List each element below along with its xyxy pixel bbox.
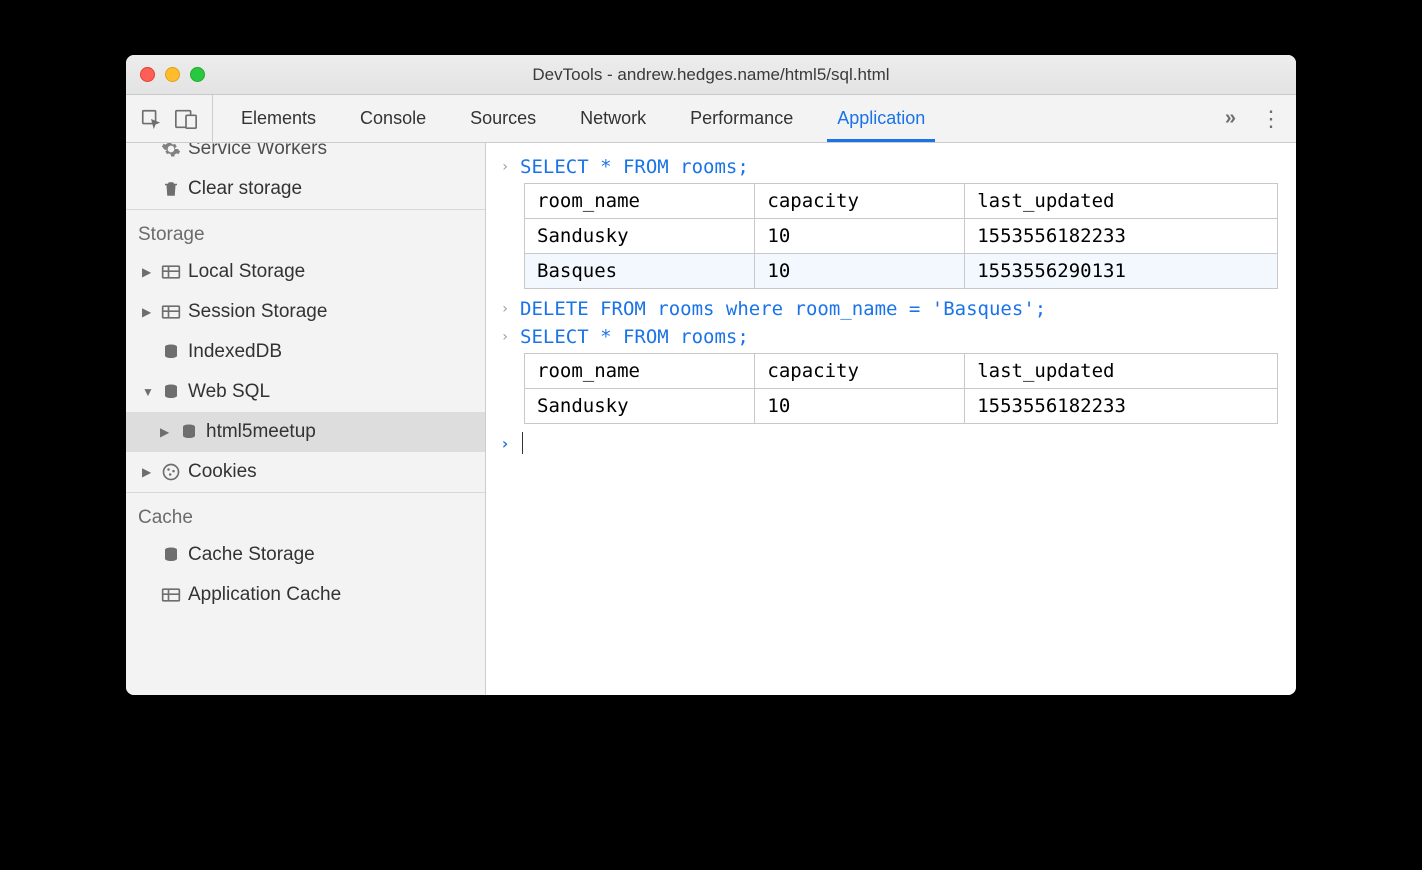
devtools-tabs: Elements Console Sources Network Perform… xyxy=(219,95,1211,142)
caret-down-icon: ▼ xyxy=(142,385,154,399)
sidebar-group-storage: Storage xyxy=(126,209,485,252)
prompt-caret-icon: › xyxy=(498,155,512,179)
sidebar-label: html5meetup xyxy=(206,421,316,443)
active-prompt-caret-icon: › xyxy=(498,432,512,456)
caret-right-icon: ▶ xyxy=(160,425,172,439)
sql-statement: SELECT * FROM rooms; xyxy=(520,325,749,349)
sidebar-item-cache-storage[interactable]: Cache Storage xyxy=(126,535,485,575)
table-header: capacity xyxy=(755,184,965,219)
tabbar-right-controls: » ⋮ xyxy=(1211,95,1290,142)
sidebar-group-cache: Cache xyxy=(126,492,485,535)
inspect-element-icon[interactable] xyxy=(140,108,162,130)
tab-performance[interactable]: Performance xyxy=(668,95,815,142)
table-header: last_updated xyxy=(965,184,1278,219)
console-input-cursor[interactable] xyxy=(520,432,523,454)
sidebar-label: Session Storage xyxy=(188,301,327,323)
application-sidebar: Service Workers Clear storage Storage ▶ … xyxy=(126,143,486,695)
websql-console[interactable]: › SELECT * FROM rooms; room_name capacit… xyxy=(486,143,1296,695)
console-row: › DELETE FROM rooms where room_name = 'B… xyxy=(494,295,1288,323)
table-cell: 1553556182233 xyxy=(965,389,1278,424)
table-header: room_name xyxy=(525,354,755,389)
table-cell: 10 xyxy=(755,219,965,254)
cookie-icon xyxy=(160,462,182,482)
prompt-caret-icon: › xyxy=(498,297,512,321)
sidebar-item-web-sql[interactable]: ▼ Web SQL xyxy=(126,372,485,412)
sidebar-item-indexeddb[interactable]: IndexedDB xyxy=(126,332,485,372)
traffic-lights xyxy=(140,67,205,82)
sidebar-label: IndexedDB xyxy=(188,341,282,363)
table-icon xyxy=(160,304,182,320)
table-icon xyxy=(160,587,182,603)
caret-right-icon: ▶ xyxy=(142,305,154,319)
table-cell: 10 xyxy=(755,254,965,289)
sidebar-label: Cache Storage xyxy=(188,544,315,566)
tabbar-left-controls xyxy=(132,95,213,142)
sidebar-label: Local Storage xyxy=(188,261,305,283)
caret-right-icon: ▶ xyxy=(142,465,154,479)
table-cell: Basques xyxy=(525,254,755,289)
sql-statement: DELETE FROM rooms where room_name = 'Bas… xyxy=(520,297,1046,321)
prompt-caret-icon: › xyxy=(498,325,512,349)
database-icon xyxy=(160,382,182,402)
window-title: DevTools - andrew.hedges.name/html5/sql.… xyxy=(126,65,1296,85)
sidebar-item-service-workers[interactable]: Service Workers xyxy=(126,143,485,169)
toggle-device-toolbar-icon[interactable] xyxy=(174,108,198,130)
more-tabs-icon[interactable]: » xyxy=(1225,107,1236,130)
gear-icon xyxy=(160,143,182,159)
table-cell: 1553556182233 xyxy=(965,219,1278,254)
devtools-window: DevTools - andrew.hedges.name/html5/sql.… xyxy=(126,55,1296,695)
table-row: Sandusky 10 1553556182233 xyxy=(525,219,1278,254)
close-window-button[interactable] xyxy=(140,67,155,82)
sidebar-label: Web SQL xyxy=(188,381,270,403)
sidebar-label: Clear storage xyxy=(188,178,302,200)
database-icon xyxy=(178,422,200,442)
console-row: › SELECT * FROM rooms; xyxy=(494,323,1288,351)
table-header-row: room_name capacity last_updated xyxy=(525,354,1278,389)
console-row: › SELECT * FROM rooms; xyxy=(494,153,1288,181)
trash-icon xyxy=(160,179,182,199)
sidebar-item-clear-storage[interactable]: Clear storage xyxy=(126,169,485,209)
tab-console[interactable]: Console xyxy=(338,95,448,142)
sidebar-item-local-storage[interactable]: ▶ Local Storage xyxy=(126,252,485,292)
sidebar-item-web-sql-database[interactable]: ▶ html5meetup xyxy=(126,412,485,452)
tab-network[interactable]: Network xyxy=(558,95,668,142)
zoom-window-button[interactable] xyxy=(190,67,205,82)
table-cell: Sandusky xyxy=(525,389,755,424)
sidebar-item-session-storage[interactable]: ▶ Session Storage xyxy=(126,292,485,332)
table-row: Sandusky 10 1553556182233 xyxy=(525,389,1278,424)
sidebar-item-application-cache[interactable]: Application Cache xyxy=(126,575,485,615)
table-cell: Sandusky xyxy=(525,219,755,254)
content-area: Service Workers Clear storage Storage ▶ … xyxy=(126,143,1296,695)
table-header: capacity xyxy=(755,354,965,389)
tab-application[interactable]: Application xyxy=(815,95,947,142)
caret-right-icon: ▶ xyxy=(142,265,154,279)
window-titlebar: DevTools - andrew.hedges.name/html5/sql.… xyxy=(126,55,1296,95)
table-row: Basques 10 1553556290131 xyxy=(525,254,1278,289)
database-icon xyxy=(160,342,182,362)
sql-statement: SELECT * FROM rooms; xyxy=(520,155,749,179)
tab-elements[interactable]: Elements xyxy=(219,95,338,142)
table-cell: 10 xyxy=(755,389,965,424)
result-table: room_name capacity last_updated Sandusky… xyxy=(524,183,1278,289)
minimize-window-button[interactable] xyxy=(165,67,180,82)
devtools-tabbar: Elements Console Sources Network Perform… xyxy=(126,95,1296,143)
sidebar-label: Service Workers xyxy=(188,143,327,160)
sidebar-label: Application Cache xyxy=(188,584,341,606)
console-input-row[interactable]: › xyxy=(494,430,1288,458)
table-header: room_name xyxy=(525,184,755,219)
table-cell: 1553556290131 xyxy=(965,254,1278,289)
result-table: room_name capacity last_updated Sandusky… xyxy=(524,353,1278,424)
sidebar-label: Cookies xyxy=(188,461,257,483)
database-icon xyxy=(160,545,182,565)
kebab-menu-icon[interactable]: ⋮ xyxy=(1260,106,1280,132)
tab-sources[interactable]: Sources xyxy=(448,95,558,142)
table-header: last_updated xyxy=(965,354,1278,389)
table-header-row: room_name capacity last_updated xyxy=(525,184,1278,219)
sidebar-item-cookies[interactable]: ▶ Cookies xyxy=(126,452,485,492)
table-icon xyxy=(160,264,182,280)
